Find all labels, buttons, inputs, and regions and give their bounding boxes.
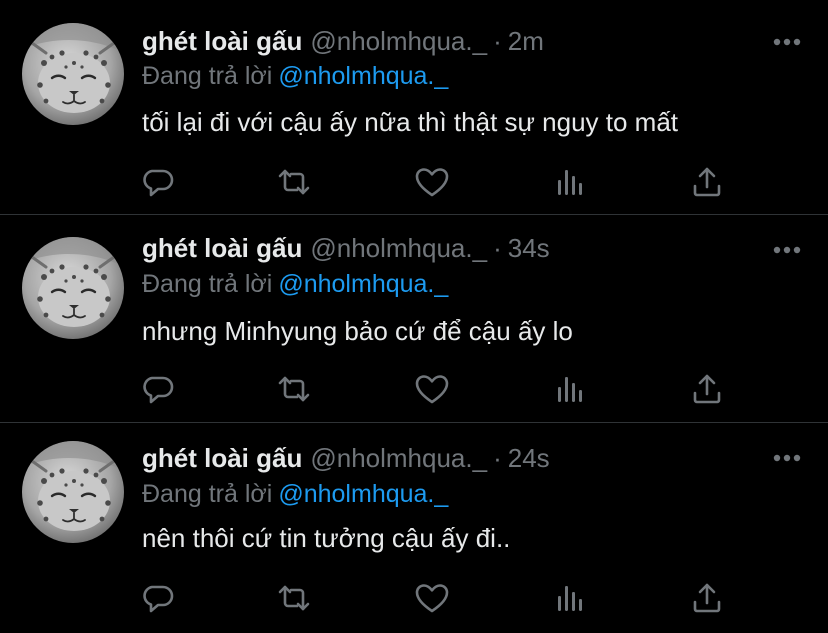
replying-to: Đang trả lời @nholmhqua._ — [142, 269, 448, 299]
bar-chart-icon[interactable] — [552, 580, 588, 616]
separator-dot: · — [493, 443, 502, 473]
tweet[interactable]: ghét loài gấu @nholmhqua._ · 2m Đang trả lờ… — [0, 0, 828, 214]
more-horizontal-icon[interactable] — [770, 32, 804, 52]
display-name[interactable]: ghét loài gấu — [142, 443, 302, 473]
reply-bubble-icon[interactable] — [140, 371, 176, 407]
share-upload-icon[interactable] — [689, 580, 725, 616]
replying-to-label: Đang trả lời — [142, 480, 273, 508]
tweet-text: tối lại đi với cậu ấy nữa thì thật sự ng… — [142, 107, 679, 137]
tweet[interactable]: ghét loài gấu @nholmhqua._ · 34s Đang trả l… — [0, 215, 828, 422]
user-handle[interactable]: @nholmhqua._ — [310, 26, 487, 56]
replying-to: Đang trả lời @nholmhqua._ — [142, 61, 448, 91]
avatar[interactable] — [22, 441, 124, 543]
user-handle[interactable]: @nholmhqua._ — [310, 233, 487, 263]
timestamp[interactable]: 34s — [508, 233, 550, 263]
replying-to-label: Đang trả lời — [142, 62, 273, 90]
tweet-thread: ghét loài gấu @nholmhqua._ · 2m Đang trả lờ… — [0, 0, 828, 633]
bar-chart-icon[interactable] — [552, 371, 588, 407]
heart-icon[interactable] — [414, 371, 450, 407]
heart-icon[interactable] — [414, 164, 450, 200]
tweet-header: ghét loài gấu @nholmhqua._ · 24s — [142, 443, 550, 473]
heart-icon[interactable] — [414, 580, 450, 616]
separator-dot: · — [493, 233, 502, 263]
tweet-header: ghét loài gấu @nholmhqua._ · 2m — [142, 26, 544, 56]
retweet-icon[interactable] — [276, 371, 312, 407]
replying-to-handle[interactable]: @nholmhqua._ — [278, 480, 448, 508]
replying-to: Đang trả lời @nholmhqua._ — [142, 479, 448, 509]
more-horizontal-icon[interactable] — [770, 240, 804, 260]
timestamp[interactable]: 2m — [508, 26, 544, 56]
share-upload-icon[interactable] — [689, 371, 725, 407]
reply-bubble-icon[interactable] — [140, 580, 176, 616]
replying-to-handle[interactable]: @nholmhqua._ — [278, 270, 448, 298]
display-name[interactable]: ghét loài gấu — [142, 233, 302, 263]
timestamp[interactable]: 24s — [508, 443, 550, 473]
replying-to-label: Đang trả lời — [142, 270, 273, 298]
display-name[interactable]: ghét loài gấu — [142, 26, 302, 56]
share-upload-icon[interactable] — [689, 164, 725, 200]
tweet-header: ghét loài gấu @nholmhqua._ · 34s — [142, 233, 550, 263]
user-handle[interactable]: @nholmhqua._ — [310, 443, 487, 473]
more-horizontal-icon[interactable] — [770, 448, 804, 468]
avatar[interactable] — [22, 237, 124, 339]
tweet-text: nên thôi cứ tin tưởng cậu ấy đi.. — [142, 523, 511, 553]
replying-to-handle[interactable]: @nholmhqua._ — [278, 62, 448, 90]
reply-bubble-icon[interactable] — [140, 164, 176, 200]
tweet-text: nhưng Minhyung bảo cứ để cậu ấy lo — [142, 316, 573, 346]
retweet-icon[interactable] — [276, 164, 312, 200]
avatar[interactable] — [22, 23, 124, 125]
tweet[interactable]: ghét loài gấu @nholmhqua._ · 24s Đang trả l… — [0, 423, 828, 633]
bar-chart-icon[interactable] — [552, 164, 588, 200]
separator-dot: · — [493, 26, 502, 56]
retweet-icon[interactable] — [276, 580, 312, 616]
